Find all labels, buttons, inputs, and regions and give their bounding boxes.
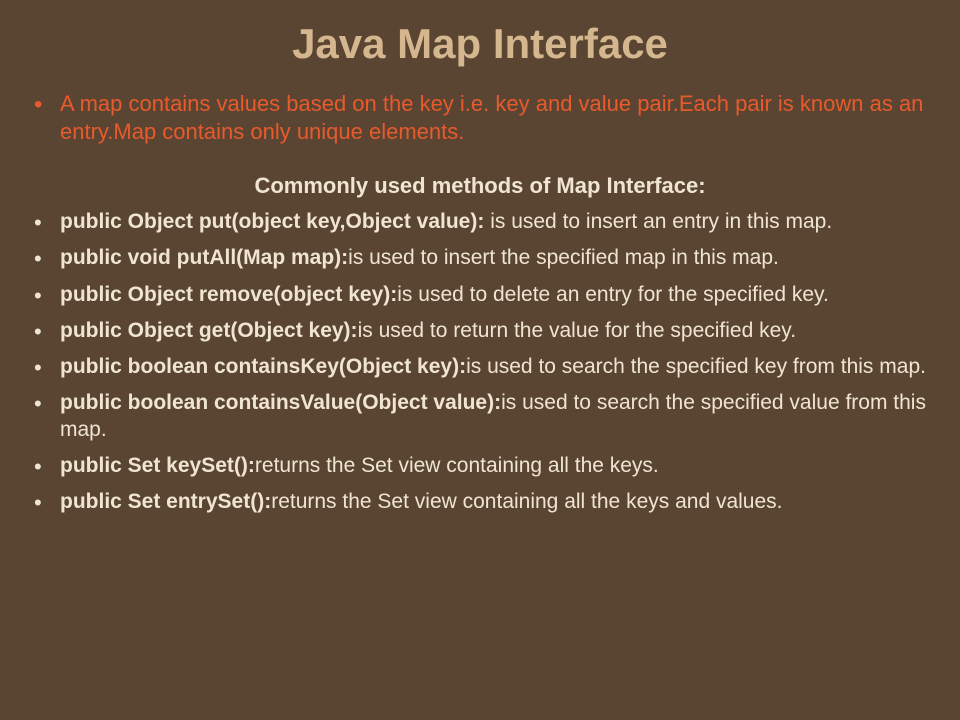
method-description: is used to insert the specified map in t…	[348, 246, 779, 269]
slide-title: Java Map Interface	[30, 20, 930, 68]
list-item: public Set keySet():returns the Set view…	[30, 453, 930, 479]
method-signature: public Set entrySet():	[60, 490, 271, 513]
method-description: returns the Set view containing all the …	[271, 490, 782, 513]
method-description: is used to return the value for the spec…	[358, 319, 797, 342]
methods-subtitle: Commonly used methods of Map Interface:	[30, 173, 930, 199]
list-item: public boolean containsValue(Object valu…	[30, 390, 930, 443]
list-item: public Set entrySet():returns the Set vi…	[30, 489, 930, 515]
method-description: returns the Set view containing all the …	[255, 454, 659, 477]
method-signature: public Object remove(object key):	[60, 283, 397, 306]
list-item: public Object put(object key,Object valu…	[30, 209, 930, 235]
method-signature: public Object put(object key,Object valu…	[60, 210, 484, 233]
method-signature: public Object get(Object key):	[60, 319, 358, 342]
method-signature: public boolean containsValue(Object valu…	[60, 391, 501, 414]
intro-text: A map contains values based on the key i…	[30, 90, 930, 145]
method-signature: public Set keySet():	[60, 454, 255, 477]
list-item: public Object get(Object key):is used to…	[30, 318, 930, 344]
method-description: is used to delete an entry for the speci…	[397, 283, 829, 306]
intro-paragraph: A map contains values based on the key i…	[30, 90, 930, 145]
method-signature: public boolean containsKey(Object key):	[60, 355, 466, 378]
method-description: is used to search the specified key from…	[466, 355, 926, 378]
list-item: public Object remove(object key):is used…	[30, 282, 930, 308]
methods-list: public Object put(object key,Object valu…	[30, 209, 930, 515]
method-description: is used to insert an entry in this map.	[484, 210, 832, 233]
list-item: public boolean containsKey(Object key):i…	[30, 354, 930, 380]
method-signature: public void putAll(Map map):	[60, 246, 348, 269]
list-item: public void putAll(Map map):is used to i…	[30, 245, 930, 271]
